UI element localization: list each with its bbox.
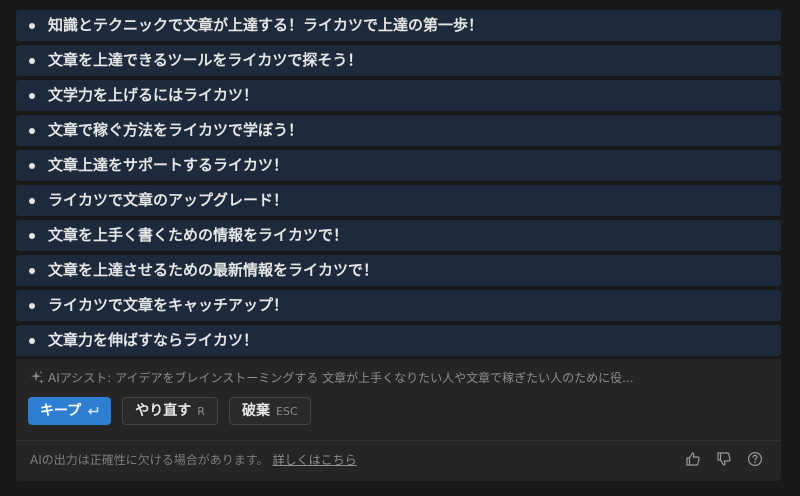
list-item-text: 知識とテクニックで文章が上達する！ライカツで上達の第一歩！: [48, 16, 484, 34]
list-item[interactable]: 文章を上達できるツールをライカツで探そう！: [16, 45, 781, 76]
sparkle-icon: [30, 370, 44, 384]
bullet: [29, 268, 35, 274]
discard-button[interactable]: 破棄 ESC: [229, 397, 311, 425]
bullet: [29, 23, 35, 29]
ai-assist-panel: AIアシスト: アイデアをブレインストーミングする 文章が上手くなりたい人や文章…: [16, 359, 781, 481]
retry-shortcut: R: [197, 405, 205, 418]
feedback-icons: [675, 451, 763, 469]
assist-prompt: AIアシスト: アイデアをブレインストーミングする 文章が上手くなりたい人や文章…: [30, 367, 770, 389]
bullet: [29, 198, 35, 204]
bullet: [29, 233, 35, 239]
list-item[interactable]: 文章で稼ぐ方法をライカツで学ぼう！: [16, 115, 781, 146]
list-item-text: 文章で稼ぐ方法をライカツで学ぼう！: [48, 121, 304, 139]
list-item[interactable]: ライカツで文章のアップグレード！: [16, 185, 781, 216]
list-item[interactable]: 文章力を伸ばすならライカツ！: [16, 325, 781, 356]
retry-button-label: やり直す: [135, 403, 192, 419]
list-item-text: ライカツで文章のアップグレード！: [48, 191, 289, 209]
learn-more-link[interactable]: 詳しくはこちら: [273, 453, 357, 467]
thumbs-down-icon[interactable]: [716, 451, 732, 467]
bullet: [29, 58, 35, 64]
keep-button-label: キープ: [40, 403, 82, 419]
bullet: [29, 303, 35, 309]
list-item[interactable]: 文章を上達させるための最新情報をライカツで！: [16, 255, 781, 286]
bullet: [29, 93, 35, 99]
discard-shortcut: ESC: [276, 405, 298, 418]
list-item-text: 文章を上達させるための最新情報をライカツで！: [48, 261, 379, 279]
bullet: [29, 338, 35, 344]
disclaimer-text: AIの出力は正確性に欠ける場合があります。: [30, 453, 269, 467]
keep-button[interactable]: キープ: [28, 397, 112, 425]
list-item-text: 文章力を伸ばすならライカツ！: [48, 331, 259, 349]
footer-disclaimer: AIの出力は正確性に欠ける場合があります。 詳しくはこちら: [30, 449, 357, 471]
assist-label: AIアシスト: アイデアをブレインストーミングする 文章が上手くなりたい人や文章…: [48, 371, 634, 385]
thumbs-up-icon[interactable]: [685, 451, 701, 467]
enter-icon: [88, 407, 99, 415]
retry-button[interactable]: やり直す R: [122, 397, 218, 425]
list-item[interactable]: ライカツで文章をキャッチアップ！: [16, 290, 781, 321]
list-item[interactable]: 文章を上手く書くための情報をライカツで！: [16, 220, 781, 251]
discard-button-label: 破棄: [242, 403, 271, 419]
list-item[interactable]: 文学力を上げるにはライカツ！: [16, 80, 781, 111]
list-item[interactable]: 文章上達をサポートするライカツ！: [16, 150, 781, 181]
list-item-text: 文章上達をサポートするライカツ！: [48, 156, 289, 174]
suggestion-list: 知識とテクニックで文章が上達する！ライカツで上達の第一歩！ 文章を上達できるツー…: [16, 10, 781, 360]
list-item-text: 文章を上手く書くための情報をライカツで！: [48, 226, 349, 244]
list-item-text: 文学力を上げるにはライカツ！: [48, 86, 259, 104]
bullet: [29, 128, 35, 134]
help-icon[interactable]: [747, 451, 763, 467]
action-buttons: キープ やり直す R 破棄 ESC: [28, 397, 317, 427]
bullet: [29, 163, 35, 169]
divider: [16, 440, 781, 441]
list-item-text: 文章を上達できるツールをライカツで探そう！: [48, 51, 363, 69]
list-item-text: ライカツで文章をキャッチアップ！: [48, 296, 289, 314]
list-item[interactable]: 知識とテクニックで文章が上達する！ライカツで上達の第一歩！: [16, 10, 781, 41]
